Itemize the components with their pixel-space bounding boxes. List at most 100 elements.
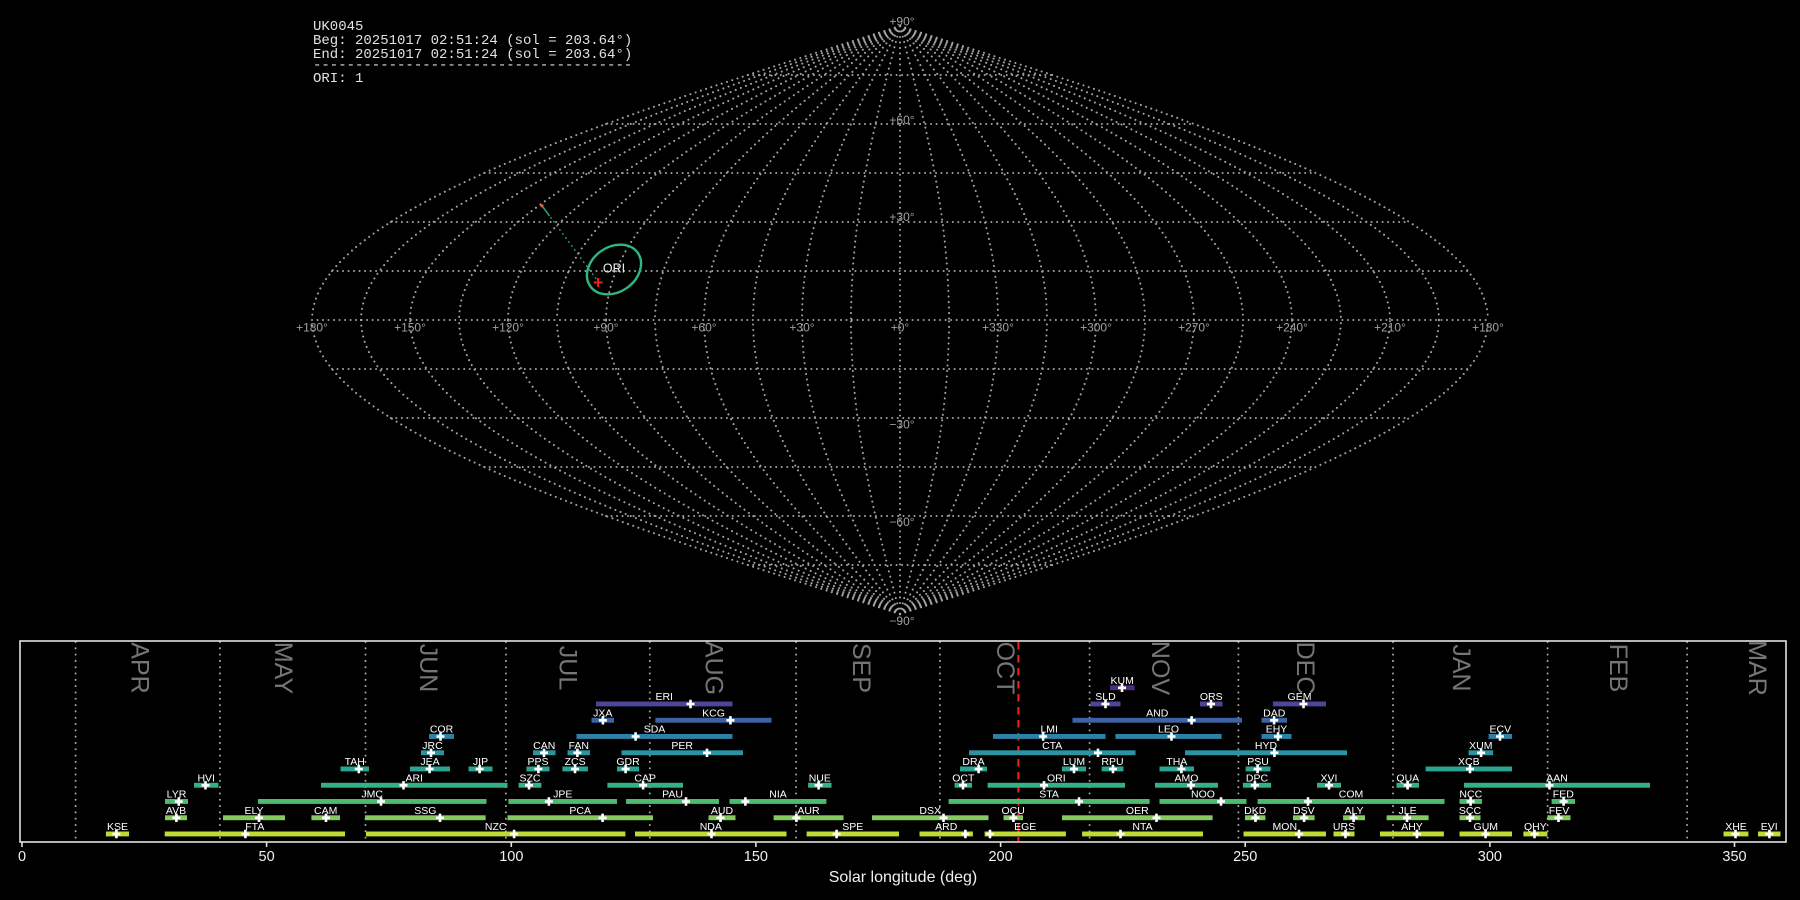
svg-text:JEA: JEA [420,756,439,768]
svg-text:ELY: ELY [244,805,263,817]
svg-text:HVI: HVI [197,772,215,784]
svg-text:PER: PER [671,740,693,752]
svg-text:GUM: GUM [1474,821,1499,833]
svg-text:NOO: NOO [1191,789,1215,801]
svg-text:−90°: −90° [889,614,914,628]
svg-text:EGE: EGE [1014,821,1036,833]
svg-text:AND: AND [1146,707,1169,719]
svg-text:DRA: DRA [962,756,984,768]
svg-text:FED: FED [1553,789,1574,801]
svg-text:+30°: +30° [789,321,814,335]
svg-text:JLE: JLE [1399,805,1417,817]
svg-text:+0°: +0° [891,321,910,335]
svg-text:100: 100 [499,849,523,865]
svg-text:PAU: PAU [662,789,683,801]
svg-text:300: 300 [1478,849,1502,865]
svg-text:HYD: HYD [1255,740,1278,752]
svg-text:+330°: +330° [982,321,1014,335]
svg-text:LYR: LYR [167,789,187,801]
svg-text:ORI: ORI [603,262,625,276]
svg-text:XVI: XVI [1321,772,1338,784]
svg-text:+150°: +150° [394,321,426,335]
svg-text:CAP: CAP [634,772,656,784]
svg-text:0: 0 [18,849,26,865]
svg-text:DSV: DSV [1293,805,1315,817]
svg-text:JUL: JUL [554,646,582,691]
svg-text:COR: COR [430,724,454,736]
svg-text:XCB: XCB [1458,756,1480,768]
svg-text:KUM: KUM [1111,675,1134,687]
svg-text:+30°: +30° [889,210,914,224]
svg-text:ALY: ALY [1344,805,1363,817]
svg-text:NUE: NUE [809,772,831,784]
svg-text:LMI: LMI [1040,724,1058,736]
svg-text:PSU: PSU [1247,756,1269,768]
svg-text:AUG: AUG [700,641,728,695]
svg-text:+240°: +240° [1276,321,1308,335]
svg-text:50: 50 [259,849,275,865]
svg-text:MAY: MAY [269,642,297,695]
svg-text:−60°: −60° [889,515,914,529]
svg-text:+90°: +90° [593,321,618,335]
svg-text:ARD: ARD [935,821,958,833]
svg-text:250: 250 [1233,849,1257,865]
svg-text:+180°: +180° [296,321,328,335]
svg-text:ORI: ORI [1047,772,1066,784]
svg-text:JMC: JMC [361,789,383,801]
svg-text:ORS: ORS [1200,691,1223,703]
svg-text:JRC: JRC [422,740,443,752]
svg-text:DSX: DSX [919,805,941,817]
svg-text:FTA: FTA [245,821,264,833]
svg-text:+120°: +120° [492,321,524,335]
svg-text:DPC: DPC [1246,772,1269,784]
svg-text:+210°: +210° [1374,321,1406,335]
svg-text:STA: STA [1039,789,1059,801]
svg-text:AMO: AMO [1175,772,1199,784]
svg-text:APR: APR [126,642,154,693]
svg-text:FEB: FEB [1604,644,1632,693]
svg-text:SLD: SLD [1095,691,1116,703]
svg-text:JPE: JPE [553,789,572,801]
svg-text:ERI: ERI [655,691,673,703]
svg-text:SCC: SCC [1459,805,1482,817]
svg-text:−30°: −30° [889,418,914,432]
svg-text:OCT: OCT [991,642,1019,695]
svg-text:CAN: CAN [533,740,555,752]
svg-text:XUM: XUM [1469,740,1492,752]
svg-text:SEP: SEP [847,643,875,693]
svg-text:SSG: SSG [414,805,436,817]
svg-text:FEV: FEV [1549,805,1569,817]
svg-text:Solar longitude (deg): Solar longitude (deg) [829,869,978,886]
svg-text:OER: OER [1126,805,1149,817]
svg-text:JUN: JUN [414,644,442,693]
svg-text:DKD: DKD [1244,805,1267,817]
svg-text:+300°: +300° [1080,321,1112,335]
svg-text:JXA: JXA [593,707,612,719]
svg-text:200: 200 [988,849,1012,865]
svg-text:QHY: QHY [1524,821,1547,833]
svg-text:350: 350 [1722,849,1746,865]
svg-text:+270°: +270° [1178,321,1210,335]
svg-text:LEO: LEO [1158,724,1179,736]
svg-text:NOV: NOV [1146,641,1174,696]
svg-text:LUM: LUM [1063,756,1085,768]
svg-text:ZCS: ZCS [565,756,586,768]
svg-text:GDR: GDR [616,756,640,768]
svg-text:JIP: JIP [473,756,488,768]
svg-text:AHY: AHY [1401,821,1423,833]
svg-text:KSE: KSE [107,821,128,833]
svg-text:NTA: NTA [1132,821,1152,833]
svg-text:OCT: OCT [952,772,975,784]
svg-text:URS: URS [1333,821,1355,833]
svg-text:CTA: CTA [1042,740,1062,752]
svg-text:CAM: CAM [314,805,337,817]
svg-text:150: 150 [744,849,768,865]
svg-text:NZC: NZC [485,821,507,833]
svg-text:EVI: EVI [1761,821,1778,833]
svg-text:SZC: SZC [520,772,541,784]
svg-text:AUR: AUR [797,805,820,817]
svg-text:ECV: ECV [1490,724,1512,736]
svg-text:THA: THA [1166,756,1187,768]
svg-text:+60°: +60° [691,321,716,335]
svg-text:DEC: DEC [1291,642,1319,695]
